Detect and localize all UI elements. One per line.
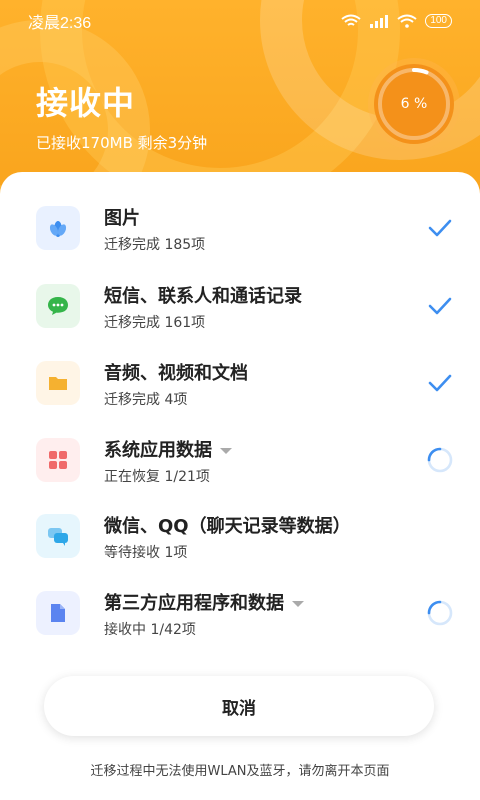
progress-ring: 6 % xyxy=(374,64,454,144)
page-title: 接收中 xyxy=(36,84,136,122)
item-name-text: 系统应用数据 xyxy=(104,440,212,461)
battery-icon: 100 xyxy=(425,14,452,28)
document-icon xyxy=(36,591,80,635)
list-item-media-docs: 音频、视频和文档 迁移完成 4项 xyxy=(0,357,480,421)
list-item-wechat-qq: 微信、QQ（聊天记录等数据） 等待接收 1项 xyxy=(0,510,480,574)
item-name: 图片 xyxy=(104,208,140,229)
item-status: 等待接收 1项 xyxy=(104,545,188,561)
status-bar: 凌晨2:36 100 xyxy=(0,0,480,42)
transfer-summary: 已接收170MB 剩余3分钟 xyxy=(36,134,208,152)
check-icon xyxy=(428,374,452,392)
check-icon xyxy=(428,219,452,237)
wifi-icon xyxy=(397,14,417,28)
item-name: 系统应用数据 xyxy=(104,436,232,462)
flower-icon xyxy=(36,206,80,250)
list-item-sms-contacts: 短信、联系人和通话记录 迁移完成 161项 xyxy=(0,280,480,344)
item-name: 第三方应用程序和数据 xyxy=(104,589,304,615)
wifi-icon xyxy=(341,14,361,26)
folder-icon xyxy=(36,361,80,405)
chat-bubbles-icon xyxy=(36,514,80,558)
item-status: 迁移完成 4项 xyxy=(104,392,188,408)
loading-spinner-icon xyxy=(427,447,453,473)
item-status: 迁移完成 185项 xyxy=(104,237,206,253)
item-name: 音频、视频和文档 xyxy=(104,363,248,384)
status-time: 凌晨2:36 xyxy=(28,15,92,32)
caret-down-icon[interactable] xyxy=(220,448,232,454)
signal-icon xyxy=(370,15,389,28)
footer-note: 迁移过程中无法使用WLAN及蓝牙，请勿离开本页面 xyxy=(90,764,390,779)
item-status: 正在恢复 1/21项 xyxy=(104,469,210,485)
list-item-system-app-data[interactable]: 系统应用数据 正在恢复 1/21项 xyxy=(0,434,480,498)
caret-down-icon[interactable] xyxy=(292,601,304,607)
message-icon xyxy=(36,284,80,328)
list-item-photos: 图片 迁移完成 185项 xyxy=(0,202,480,266)
header: 凌晨2:36 100 接收中 已接收170MB 剩余3分钟 6 % xyxy=(0,0,480,200)
status-icons: 100 xyxy=(341,14,452,28)
cancel-button[interactable]: 取消 xyxy=(44,676,434,736)
item-name: 微信、QQ（聊天记录等数据） xyxy=(104,516,351,537)
item-name-text: 第三方应用程序和数据 xyxy=(104,593,284,614)
apps-grid-icon xyxy=(36,438,80,482)
progress-percent: 6 % xyxy=(400,96,428,112)
item-status: 接收中 1/42项 xyxy=(104,622,196,638)
list-item-third-party-apps[interactable]: 第三方应用程序和数据 接收中 1/42项 xyxy=(0,587,480,651)
loading-spinner-icon xyxy=(427,600,453,626)
item-name: 短信、联系人和通话记录 xyxy=(104,286,302,307)
check-icon xyxy=(428,297,452,315)
item-status: 迁移完成 161项 xyxy=(104,315,206,331)
